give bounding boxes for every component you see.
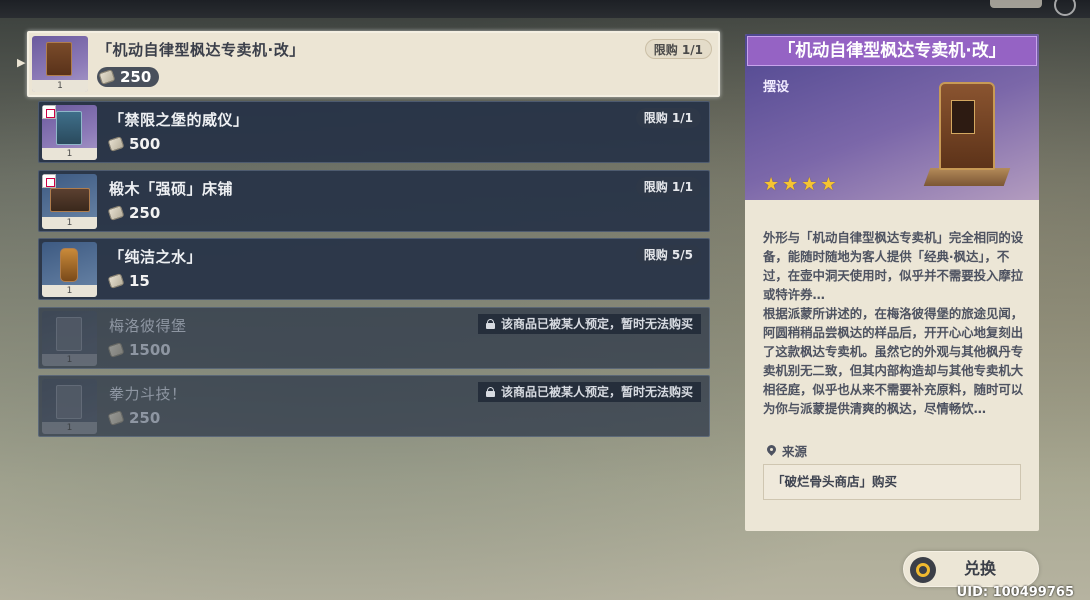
price-value: 250 — [120, 68, 152, 86]
item-quantity: 1 — [42, 217, 97, 229]
item-price: 1500 — [107, 341, 171, 359]
item-quantity: 1 — [42, 148, 97, 160]
source-label-text: 来源 — [782, 444, 808, 459]
currency-icon — [107, 205, 125, 221]
item-name: 「机动自律型枫达专卖机·改」 — [97, 41, 305, 59]
detail-header: 「机动自律型枫达专卖机·改」 摆设 ★ ★ ★ ★ — [745, 34, 1039, 200]
vending-machine-icon — [46, 42, 72, 76]
star-icon: ★ — [782, 174, 799, 195]
uid-label: UID: 100499765 — [956, 585, 1074, 600]
lock-icon — [485, 319, 495, 329]
item-thumbnail: 1 — [42, 105, 97, 160]
location-pin-icon — [767, 445, 776, 456]
new-tag-icon — [42, 105, 56, 119]
star-icon: ★ — [820, 174, 837, 195]
reserved-notice-text: 该商品已被某人预定，暂时无法购买 — [500, 385, 693, 399]
currency-icon — [107, 136, 125, 152]
item-description: 外形与「机动自律型枫达专卖机」完全相同的设备，能随时随地为客人提供「经典·枫达」… — [763, 230, 1024, 416]
detail-title: 「机动自律型枫达专卖机·改」 — [747, 36, 1037, 66]
exchange-button[interactable]: 兑换 — [903, 551, 1039, 587]
reserved-notice: 该商品已被某人预定，暂时无法购买 — [477, 314, 701, 334]
source-label: 来源 — [767, 441, 807, 460]
detail-type: 摆设 — [763, 80, 790, 95]
currency-icon — [107, 410, 125, 426]
item-quantity: 1 — [42, 285, 97, 297]
bed-icon — [50, 188, 90, 212]
item-thumbnail: 1 — [42, 379, 97, 434]
source-value: 「破烂骨头商店」购买 — [763, 464, 1021, 500]
item-name: 拳力斗技！ — [109, 385, 187, 403]
price-value: 250 — [129, 409, 161, 427]
shop-item-row-locked[interactable]: 1 梅洛彼得堡 1500 该商品已被某人预定，暂时无法购买 — [38, 307, 710, 369]
item-price: 250 — [97, 67, 160, 87]
purchase-limit-badge: 限购 1/1 — [635, 108, 701, 128]
purchase-limit-badge: 限购 1/1 — [635, 177, 701, 197]
purchase-limit-badge: 限购 1/1 — [644, 39, 712, 59]
close-icon[interactable] — [1054, 0, 1076, 16]
vending-machine-icon — [923, 78, 1011, 190]
item-thumbnail: 1 — [42, 242, 97, 297]
item-detail-panel: 「机动自律型枫达专卖机·改」 摆设 ★ ★ ★ ★ 外形与「机动自律型枫达专卖机… — [745, 34, 1039, 531]
item-price: 15 — [107, 272, 150, 290]
currency-icon — [98, 69, 116, 85]
reserved-notice: 该商品已被某人预定，暂时无法购买 — [477, 382, 701, 402]
price-value: 500 — [129, 135, 161, 153]
bottle-icon — [60, 248, 78, 282]
star-icon: ★ — [763, 174, 780, 195]
item-name: 「纯洁之水」 — [109, 248, 203, 266]
price-value: 1500 — [129, 341, 171, 359]
item-name: 「禁限之堡的威仪」 — [109, 111, 249, 129]
item-quantity: 1 — [32, 80, 88, 92]
item-quantity: 1 — [42, 354, 97, 366]
price-value: 15 — [129, 272, 150, 290]
item-price: 500 — [107, 135, 161, 153]
currency-icon — [107, 342, 125, 358]
shop-item-row[interactable]: 1 「机动自律型枫达专卖机·改」 250 限购 1/1 — [27, 31, 720, 97]
confirm-icon — [910, 557, 936, 583]
item-name: 椴木「强硕」床铺 — [109, 180, 234, 198]
card-icon — [56, 385, 82, 419]
item-price: 250 — [107, 409, 161, 427]
item-quantity: 1 — [42, 422, 97, 434]
exchange-button-label: 兑换 — [964, 559, 997, 578]
decoration-icon — [56, 111, 82, 145]
new-tag-icon — [42, 174, 56, 188]
shop-item-row-locked[interactable]: 1 拳力斗技！ 250 该商品已被某人预定，暂时无法购买 — [38, 375, 710, 437]
top-bar — [0, 0, 1090, 18]
reserved-notice-text: 该商品已被某人预定，暂时无法购买 — [500, 317, 693, 331]
star-icon: ★ — [801, 174, 818, 195]
shop-item-row[interactable]: 1 「禁限之堡的威仪」 500 限购 1/1 — [38, 101, 710, 163]
price-value: 250 — [129, 204, 161, 222]
card-icon — [56, 317, 82, 351]
item-thumbnail: 1 — [42, 174, 97, 229]
selection-arrow-icon: ▶ — [17, 56, 26, 69]
item-name: 梅洛彼得堡 — [109, 317, 187, 335]
currency-icon — [107, 273, 125, 289]
lock-icon — [485, 387, 495, 397]
item-price: 250 — [107, 204, 161, 222]
item-thumbnail: 1 — [42, 311, 97, 366]
rarity-stars: ★ ★ ★ ★ — [763, 176, 837, 194]
shop-item-row[interactable]: 1 椴木「强硕」床铺 250 限购 1/1 — [38, 170, 710, 232]
top-bar-tab[interactable] — [990, 0, 1042, 8]
shop-item-row[interactable]: 1 「纯洁之水」 15 限购 5/5 — [38, 238, 710, 300]
purchase-limit-badge: 限购 5/5 — [635, 245, 701, 265]
item-thumbnail: 1 — [32, 36, 88, 92]
